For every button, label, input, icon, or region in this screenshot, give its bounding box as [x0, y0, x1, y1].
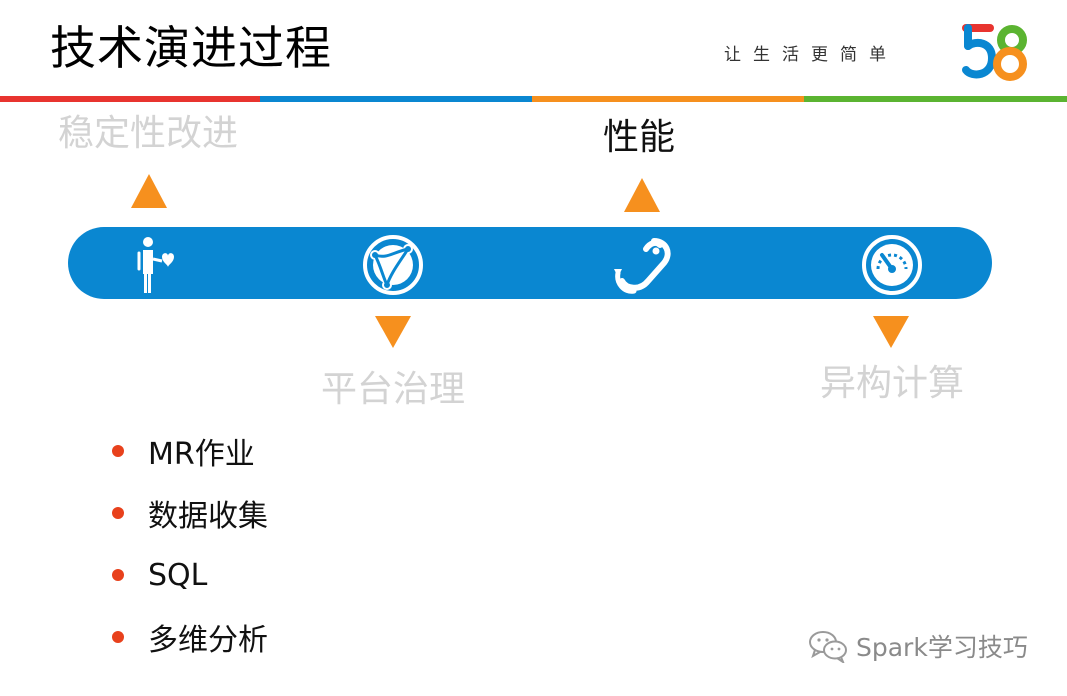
bullet-dot [112, 569, 124, 581]
bullet-list: MR作业 数据收集 SQL 多维分析 [110, 420, 268, 668]
stage-label-heterogeneous: 异构计算 [820, 363, 965, 404]
wechat-icon [809, 631, 847, 663]
list-item: 数据收集 [110, 482, 268, 544]
watermark: Spark学习技巧 [808, 626, 1028, 666]
stripe-orange [532, 96, 804, 102]
bullet-dot [112, 507, 124, 519]
link-refresh-icon [614, 238, 671, 294]
color-stripe-bar [0, 96, 1067, 102]
arrow-down-heterogeneous [873, 316, 909, 348]
timeline-band [68, 227, 992, 299]
arrow-up-stability [131, 174, 167, 208]
stage-label-performance: 性能 [603, 117, 676, 158]
list-item: SQL [110, 544, 268, 606]
bullet-text: MR作业 [148, 437, 255, 472]
bullet-text: 多维分析 [148, 623, 268, 658]
stage-label-governance: 平台治理 [321, 369, 466, 410]
stripe-red [0, 96, 260, 102]
stage-label-stability: 稳定性改进 [58, 113, 239, 154]
list-item: 多维分析 [110, 606, 268, 668]
stripe-green [804, 96, 1067, 102]
list-item: MR作业 [110, 420, 268, 482]
watermark-text: Spark学习技巧 [856, 633, 1028, 662]
bullet-dot [112, 631, 124, 643]
slogan: 让生活更简单 [724, 45, 898, 65]
arrow-up-performance [624, 178, 660, 212]
company-logo [962, 24, 1027, 81]
bullet-text: 数据收集 [148, 499, 268, 534]
speedometer-icon [862, 235, 922, 295]
person-heart-icon [137, 237, 174, 293]
globe-network-icon [363, 235, 423, 295]
slide-title: 技术演进过程 [50, 21, 332, 75]
arrow-down-governance [375, 316, 411, 348]
bullet-dot [112, 445, 124, 457]
stripe-blue [260, 96, 532, 102]
bullet-text: SQL [148, 557, 208, 593]
